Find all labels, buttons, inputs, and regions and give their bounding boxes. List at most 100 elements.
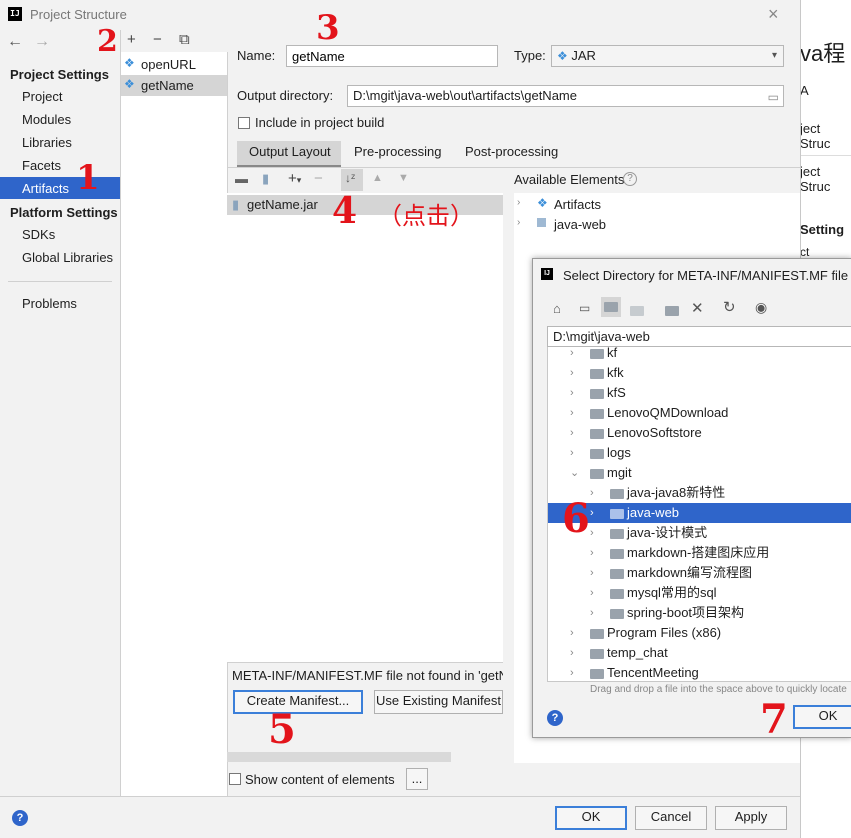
refresh-icon[interactable]: ↻ (723, 298, 736, 316)
home-icon[interactable]: ⌂ (553, 301, 561, 316)
delete-icon[interactable]: ✕ (691, 299, 704, 317)
directory-row[interactable]: › markdown-搭建图床应用 (548, 543, 851, 563)
apply-button[interactable]: Apply (715, 806, 787, 830)
nav-item-facets[interactable]: Facets (22, 158, 61, 173)
create-manifest-button[interactable]: Create Manifest... (233, 690, 363, 714)
expand-arrow-icon[interactable]: › (570, 623, 574, 643)
path-input[interactable]: D:\mgit\java-web (547, 326, 851, 347)
expand-arrow-icon[interactable]: › (570, 347, 574, 363)
directory-row[interactable]: › java-设计模式 (548, 523, 851, 543)
add-artifact-icon[interactable]: + (127, 31, 136, 48)
horizontal-scrollbar[interactable] (227, 752, 451, 762)
folder-icon (590, 668, 604, 679)
expand-arrow-icon[interactable]: › (590, 543, 594, 563)
expand-arrow-icon[interactable]: › (570, 663, 574, 681)
dialog-help-icon[interactable]: ? (547, 710, 563, 726)
move-down-icon[interactable]: ▼ (398, 172, 409, 184)
tab-pre-processing[interactable]: Pre-processing (354, 144, 441, 159)
use-existing-manifest-button[interactable]: Use Existing Manifest (374, 690, 503, 714)
remove-element-icon[interactable]: − (314, 170, 323, 187)
expand-arrow-icon[interactable]: › (570, 423, 574, 443)
directory-row[interactable]: › markdown编写流程图 (548, 563, 851, 583)
nav-item-sdks[interactable]: SDKs (22, 227, 55, 242)
nav-item-global-libraries[interactable]: Global Libraries (22, 250, 113, 265)
directory-row[interactable]: › LenovoSoftstore (548, 423, 851, 443)
tab-post-processing[interactable]: Post-processing (465, 144, 558, 159)
dialog-ok-button[interactable]: OK (793, 705, 851, 729)
directory-row[interactable]: › java-java8新特性 (548, 483, 851, 503)
collapse-arrow-icon[interactable]: ⌄ (570, 463, 579, 483)
ellipsis-button[interactable]: ... (406, 768, 428, 790)
tab-output-layout[interactable]: Output Layout (249, 144, 331, 159)
dialog-title: Select Directory for META-INF/MANIFEST.M… (563, 268, 849, 283)
sort-elements-button[interactable]: ↓ᶻ (341, 169, 363, 191)
directory-row[interactable]: › kfS (548, 383, 851, 403)
expand-arrow-icon[interactable]: › (590, 503, 594, 523)
folder-browse-icon[interactable]: ▭ (768, 87, 779, 107)
directory-row[interactable]: › kfk (548, 363, 851, 383)
back-icon[interactable]: ← (7, 33, 23, 51)
move-up-icon[interactable]: ▲ (372, 172, 383, 184)
directory-row[interactable]: ⌄ mgit (548, 463, 851, 483)
directory-row-label: temp_chat (607, 645, 668, 660)
expand-arrow-icon[interactable]: › (590, 583, 594, 603)
copy-artifact-icon[interactable]: ⧉ (179, 31, 190, 48)
expand-arrow-icon[interactable]: › (517, 197, 520, 208)
expand-arrow-icon[interactable]: › (570, 403, 574, 423)
expand-arrow-icon[interactable]: › (570, 363, 574, 383)
directory-row[interactable]: › spring-boot项目架构 (548, 603, 851, 623)
expand-arrow-icon[interactable]: › (517, 217, 520, 228)
desktop-icon[interactable]: ▭ (579, 301, 590, 315)
nav-item-modules[interactable]: Modules (22, 112, 71, 127)
help-circle-icon[interactable]: ? (12, 810, 28, 826)
directory-row[interactable]: › TencentMeeting (548, 663, 851, 681)
directory-row[interactable]: › LenovoQMDownload (548, 403, 851, 423)
directory-row[interactable]: › java-web (548, 503, 851, 523)
include-in-build-checkbox[interactable] (238, 117, 250, 129)
module-folder-icon[interactable] (630, 302, 647, 317)
type-select[interactable]: ❖ JAR ▾ (551, 45, 784, 67)
nav-item-libraries[interactable]: Libraries (22, 135, 72, 150)
nav-item-artifacts-label: Artifacts (22, 181, 69, 196)
artifact-item-openurl[interactable]: ❖ openURL (121, 54, 227, 75)
show-hidden-icon[interactable]: ◉ (755, 299, 767, 316)
name-input[interactable] (286, 45, 498, 67)
artifact-item-getname[interactable]: ❖ getName (121, 75, 227, 96)
help-icon[interactable]: ? (623, 172, 637, 186)
directory-row[interactable]: › kf (548, 347, 851, 363)
project-folder-button[interactable] (601, 297, 621, 317)
directory-row[interactable]: › Program Files (x86) (548, 623, 851, 643)
remove-artifact-icon[interactable]: − (153, 31, 162, 48)
close-icon[interactable]: × (768, 4, 779, 25)
add-element-icon[interactable]: +▾ (288, 170, 301, 187)
expand-arrow-icon[interactable]: › (590, 483, 594, 503)
expand-arrow-icon[interactable]: › (590, 523, 594, 543)
output-dir-input[interactable]: D:\mgit\java-web\out\artifacts\getName ▭ (347, 85, 784, 107)
nav-item-project[interactable]: Project (22, 89, 62, 104)
new-folder-icon[interactable] (665, 302, 682, 317)
nav-item-artifacts[interactable]: Artifacts (0, 177, 120, 199)
available-item-java-web[interactable]: java-web (554, 217, 606, 232)
cancel-button[interactable]: Cancel (635, 806, 707, 830)
show-content-checkbox[interactable] (229, 773, 241, 785)
expand-arrow-icon[interactable]: › (590, 563, 594, 583)
expand-arrow-icon[interactable]: › (570, 383, 574, 403)
background-text-4: ject Struc (800, 164, 831, 194)
directory-row[interactable]: › logs (548, 443, 851, 463)
folder-icon (590, 468, 604, 479)
folder-icon (590, 388, 604, 399)
ok-button[interactable]: OK (555, 806, 627, 830)
nav-item-problems[interactable]: Problems (22, 296, 77, 311)
directory-row-label: java-设计模式 (627, 525, 708, 540)
new-directory-icon[interactable]: ▬ (235, 171, 248, 186)
forward-icon[interactable]: → (34, 33, 50, 51)
available-item-artifacts[interactable]: Artifacts (554, 197, 601, 212)
expand-arrow-icon[interactable]: › (590, 603, 594, 623)
expand-arrow-icon[interactable]: › (570, 443, 574, 463)
name-label: Name: (237, 48, 276, 63)
archive-icon[interactable]: ▮ (262, 171, 269, 187)
tabs-divider (227, 167, 800, 168)
directory-row[interactable]: › temp_chat (548, 643, 851, 663)
expand-arrow-icon[interactable]: › (570, 643, 574, 663)
directory-row[interactable]: › mysql常用的sql (548, 583, 851, 603)
